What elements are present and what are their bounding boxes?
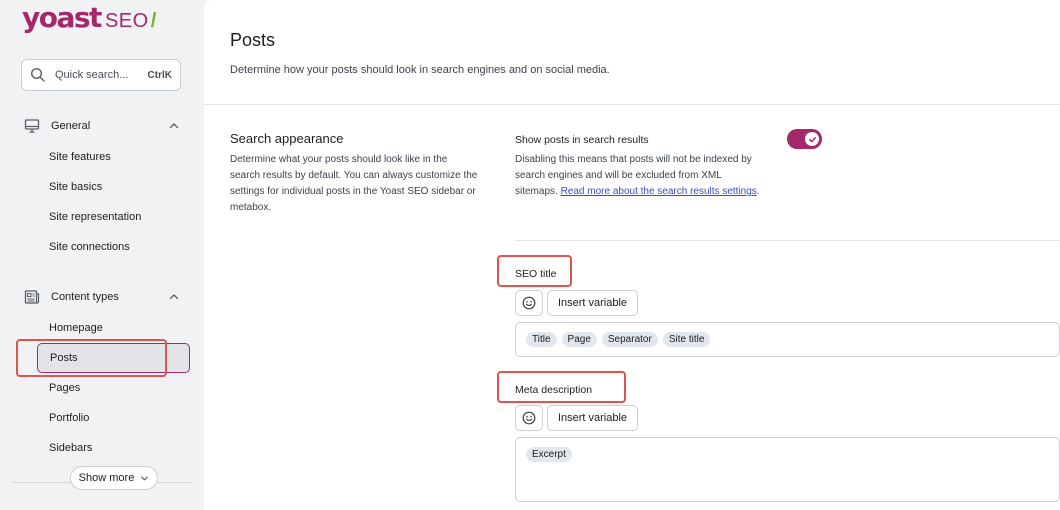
seo-title-emoji-button[interactable] (515, 290, 543, 316)
sidebar-item-portfolio[interactable]: Portfolio (37, 403, 190, 433)
logo-wordmark: yoast (22, 1, 102, 34)
sidebar-item-site-features[interactable]: Site features (37, 142, 190, 172)
search-placeholder: Quick search... (55, 69, 129, 81)
section-description: Determine what your posts should look li… (230, 154, 478, 213)
sidebar-item-site-basics[interactable]: Site basics (37, 172, 190, 202)
sidebar-group-label: Content types (51, 291, 119, 303)
show-in-search-toggle[interactable] (787, 129, 822, 149)
desktop-icon (24, 119, 40, 133)
chevron-up-icon[interactable] (168, 291, 180, 303)
search-shortcut: CtrlK (147, 69, 172, 81)
main-panel: Posts Determine how your posts should lo… (204, 0, 1060, 510)
variable-chip[interactable]: Page (561, 332, 597, 347)
variable-chip[interactable]: Separator (601, 332, 658, 347)
sidebar-group-content-types[interactable]: Content types (24, 287, 184, 307)
newspaper-icon (24, 290, 40, 304)
sidebar-item-site-representation[interactable]: Site representation (37, 202, 190, 232)
seo-title-editor[interactable]: Title Page Separator Site title (515, 322, 1060, 357)
check-icon (808, 136, 816, 142)
option-divider (515, 240, 1060, 241)
meta-description-highlight-annotation (497, 371, 626, 403)
toggle-knob (805, 132, 819, 146)
quick-search-input[interactable]: Quick search... CtrlK (21, 59, 181, 91)
yoast-logo[interactable]: yoast SEO / (22, 0, 156, 40)
variable-chip[interactable]: Site title (662, 332, 711, 347)
meta-description-insert-variable-button[interactable]: Insert variable (547, 405, 638, 431)
header-divider (204, 104, 1060, 105)
page-title: Posts (230, 30, 276, 50)
show-in-search-label: Show posts in search results (515, 134, 649, 146)
sidebar-item-pages[interactable]: Pages (37, 373, 190, 403)
page-description: Determine how your posts should look in … (230, 64, 610, 76)
posts-highlight-annotation (16, 339, 167, 377)
logo-seo: SEO (104, 10, 149, 32)
logo-slash: / (150, 10, 157, 32)
sidebar: yoast SEO / Quick search... CtrlK Genera… (0, 0, 203, 510)
seo-title-highlight-annotation (497, 255, 572, 287)
search-results-settings-link[interactable]: Read more about the search results setti… (561, 186, 757, 197)
search-icon (30, 67, 45, 82)
sidebar-item-site-connections[interactable]: Site connections (37, 232, 190, 262)
meta-description-editor[interactable]: Excerpt (515, 437, 1060, 502)
show-in-search-description: Disabling this means that posts will not… (515, 152, 765, 200)
section-title: Search appearance (230, 131, 344, 146)
seo-title-insert-variable-button[interactable]: Insert variable (547, 290, 638, 316)
sidebar-item-sidebars[interactable]: Sidebars (37, 433, 190, 463)
smiley-icon (522, 411, 536, 425)
variable-chip[interactable]: Excerpt (526, 447, 572, 462)
show-more-label: Show more (78, 472, 135, 484)
show-more-button[interactable]: Show more (70, 466, 158, 490)
smiley-icon (522, 296, 536, 310)
sidebar-group-general[interactable]: General (24, 116, 184, 136)
sidebar-group-label: General (51, 120, 91, 132)
chevron-up-icon[interactable] (168, 120, 180, 132)
meta-description-emoji-button[interactable] (515, 405, 543, 431)
option-description-end: . (756, 186, 760, 197)
variable-chip[interactable]: Title (526, 332, 557, 347)
chevron-down-icon (141, 476, 149, 480)
